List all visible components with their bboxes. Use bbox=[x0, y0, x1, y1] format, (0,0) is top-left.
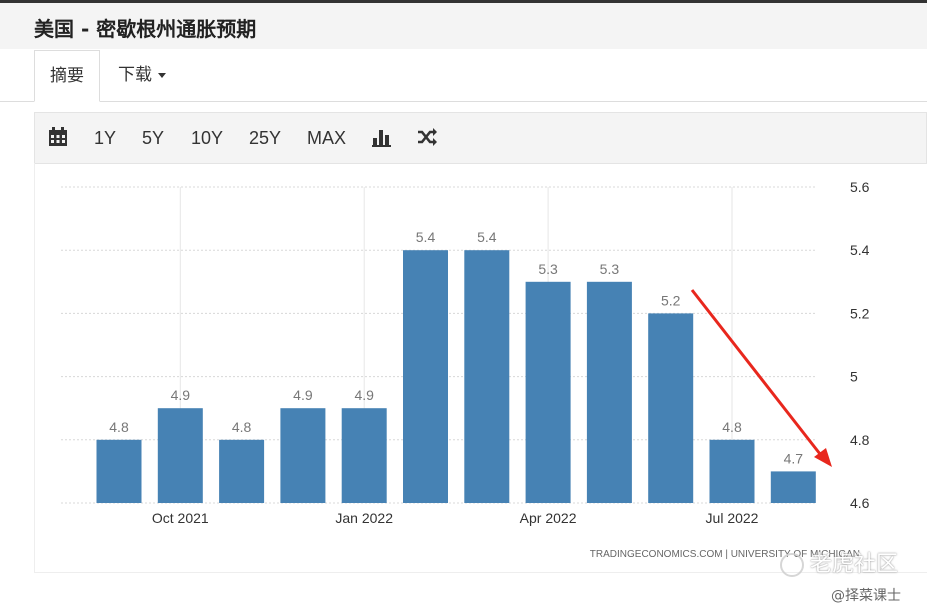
tab-bar: 摘要 下载 bbox=[0, 50, 927, 102]
download-dropdown[interactable]: 下载 bbox=[118, 50, 166, 100]
page-title: 美国 - 密歇根州通胀预期 bbox=[34, 17, 257, 41]
bar[interactable] bbox=[648, 313, 694, 503]
caret-down-icon bbox=[158, 72, 166, 78]
data-label: 4.8 bbox=[722, 419, 742, 435]
range-max-button[interactable]: MAX bbox=[307, 113, 346, 163]
x-tick-label: Jan 2022 bbox=[335, 510, 393, 526]
bar[interactable] bbox=[770, 471, 816, 503]
download-label: 下载 bbox=[118, 65, 152, 85]
bar[interactable] bbox=[341, 408, 387, 503]
chart-toolbar: 1Y 5Y 10Y 25Y MAX bbox=[34, 112, 927, 164]
tab-summary[interactable]: 摘要 bbox=[34, 50, 100, 102]
data-label: 4.9 bbox=[354, 387, 374, 403]
shuffle-icon[interactable] bbox=[416, 126, 438, 148]
data-label: 4.9 bbox=[293, 387, 313, 403]
data-label: 5.3 bbox=[538, 261, 558, 277]
data-label: 5.3 bbox=[600, 261, 620, 277]
bars bbox=[96, 250, 816, 503]
tiger-logo-icon bbox=[780, 553, 804, 577]
range-5y-button[interactable]: 5Y bbox=[142, 113, 164, 163]
y-tick-label: 5 bbox=[850, 369, 858, 385]
watermark-brand: 老虎社区 bbox=[810, 552, 899, 577]
range-25y-button[interactable]: 25Y bbox=[249, 113, 281, 163]
data-label: 4.8 bbox=[109, 419, 129, 435]
data-label: 4.9 bbox=[171, 387, 191, 403]
data-labels: 4.8 4.9 4.8 4.9 4.9 5.4 5.4 5.3 5.3 5.2 4.8 4.7 bbox=[109, 229, 803, 466]
watermark: 老虎社区 bbox=[780, 548, 898, 582]
chart-panel: 4.8 4.9 4.8 4.9 4.9 5.4 5.4 5.3 5.3 5.2 4.8 4.7 4.6… bbox=[34, 163, 927, 573]
y-tick-label: 5.6 bbox=[850, 179, 870, 195]
bar-chart-icon[interactable] bbox=[371, 126, 393, 148]
bar-chart: 4.8 4.9 4.8 4.9 4.9 5.4 5.4 5.3 5.3 5.2 4.8 4.7 4.6… bbox=[61, 179, 870, 560]
bar[interactable] bbox=[464, 250, 510, 503]
x-tick-label: Jul 2022 bbox=[706, 510, 759, 526]
y-tick-label: 4.6 bbox=[850, 495, 870, 511]
data-label: 4.8 bbox=[232, 419, 252, 435]
watermark-user: @择菜课士 bbox=[831, 588, 901, 604]
bar[interactable] bbox=[403, 250, 448, 503]
range-10y-button[interactable]: 10Y bbox=[191, 113, 223, 163]
y-tick-label: 5.4 bbox=[850, 242, 870, 258]
data-label: 5.2 bbox=[661, 292, 681, 308]
bar[interactable] bbox=[157, 408, 203, 503]
x-tick-label: Oct 2021 bbox=[152, 510, 209, 526]
bar[interactable] bbox=[525, 281, 571, 503]
x-tick-label: Apr 2022 bbox=[520, 510, 577, 526]
bar[interactable] bbox=[96, 439, 142, 503]
bar[interactable] bbox=[709, 439, 755, 503]
data-label: 4.7 bbox=[784, 450, 804, 466]
bar[interactable] bbox=[219, 439, 265, 503]
data-label: 5.4 bbox=[416, 229, 436, 245]
bar[interactable] bbox=[280, 408, 326, 503]
y-tick-label: 4.8 bbox=[850, 432, 870, 448]
calendar-icon[interactable] bbox=[47, 126, 69, 148]
range-1y-button[interactable]: 1Y bbox=[94, 113, 116, 163]
y-tick-label: 5.2 bbox=[850, 305, 870, 321]
data-label: 5.4 bbox=[477, 229, 497, 245]
bar[interactable] bbox=[586, 281, 632, 503]
title-bar: 美国 - 密歇根州通胀预期 bbox=[0, 0, 927, 49]
